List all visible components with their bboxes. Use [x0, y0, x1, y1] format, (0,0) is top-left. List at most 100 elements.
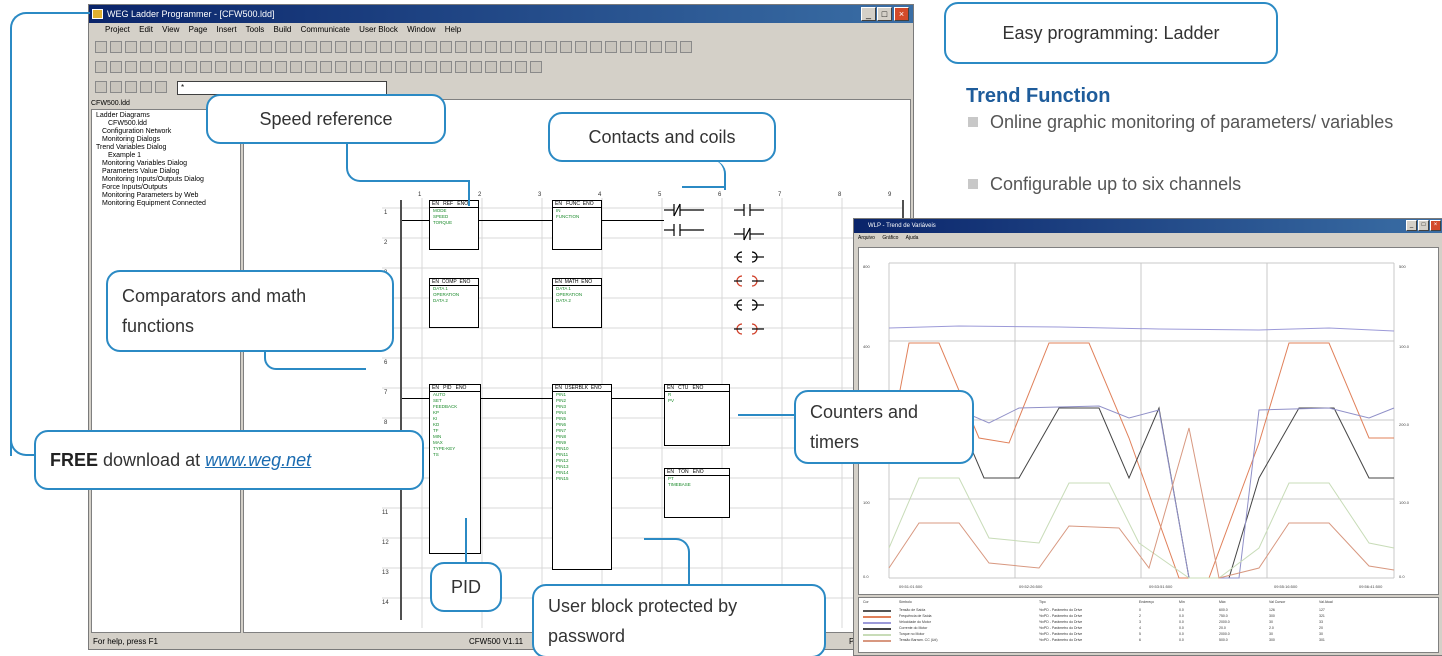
- toolbar-button-icon[interactable]: [665, 41, 677, 53]
- toolbar-button-icon[interactable]: [230, 61, 242, 73]
- toolbar-button-icon[interactable]: [350, 61, 362, 73]
- toolbar-button-icon[interactable]: [515, 41, 527, 53]
- counter-block[interactable]: EN CTU ENO R PV: [664, 384, 730, 446]
- tree-item-params[interactable]: Parameters Value Dialog: [92, 168, 240, 176]
- user-block[interactable]: EN USERBLK ENO PIN1 PIN2 PIN3 PIN4 PIN5 PIN6 P…: [552, 384, 612, 570]
- toolbar-button-icon[interactable]: [365, 41, 377, 53]
- minimize-icon[interactable]: _: [861, 7, 876, 21]
- tree-item-example[interactable]: Example 1: [92, 152, 240, 160]
- toolbar-button-icon[interactable]: [200, 61, 212, 73]
- tree-item-mon-vars[interactable]: Monitoring Variables Dialog: [92, 160, 240, 168]
- menu-item-build[interactable]: Build: [274, 25, 292, 34]
- toolbar-button-icon[interactable]: [485, 41, 497, 53]
- close-icon[interactable]: ×: [894, 7, 909, 21]
- toolbar-button-icon[interactable]: [125, 81, 137, 93]
- trend-close-icon[interactable]: ×: [1430, 220, 1441, 231]
- trend-menu-help[interactable]: Ajuda: [906, 235, 919, 241]
- toolbar-button-icon[interactable]: [635, 41, 647, 53]
- trend-minimize-icon[interactable]: _: [1406, 220, 1417, 231]
- toolbar-button-icon[interactable]: [605, 41, 617, 53]
- menu-item-communicate[interactable]: Communicate: [301, 25, 350, 34]
- toolbar-button-icon[interactable]: [275, 61, 287, 73]
- toolbar-button-icon[interactable]: [245, 61, 257, 73]
- toolbar-button-icon[interactable]: [95, 41, 107, 53]
- toolbar-button-icon[interactable]: [110, 81, 122, 93]
- toolbar-button-icon[interactable]: [140, 61, 152, 73]
- trend-menu-graph[interactable]: Gráfico: [882, 235, 898, 241]
- toolbar-button-icon[interactable]: [515, 61, 527, 73]
- toolbar-button-icon[interactable]: [290, 61, 302, 73]
- toolbar-button-icon[interactable]: [500, 61, 512, 73]
- toolbar-button-icon[interactable]: [620, 41, 632, 53]
- toolbar-button-icon[interactable]: [185, 61, 197, 73]
- trend-menu-file[interactable]: Arquivo: [858, 235, 875, 241]
- toolbar-button-icon[interactable]: [260, 61, 272, 73]
- toolbar-button-icon[interactable]: [425, 41, 437, 53]
- toolbar-button-icon[interactable]: [410, 41, 422, 53]
- toolbar-button-icon[interactable]: [440, 41, 452, 53]
- toolbar-button-icon[interactable]: [155, 41, 167, 53]
- speed-reference-block[interactable]: EN REF ENO MODE SPEED TORQUE: [429, 200, 479, 250]
- toolbar-button-icon[interactable]: [320, 41, 332, 53]
- toolbar-button-icon[interactable]: [440, 61, 452, 73]
- menu-item-window[interactable]: Window: [407, 25, 435, 34]
- menu-item-user-block[interactable]: User Block: [359, 25, 398, 34]
- tree-item-web[interactable]: Monitoring Parameters by Web: [92, 192, 240, 200]
- tree-item-equipment[interactable]: Monitoring Equipment Connected: [92, 200, 240, 208]
- toolbar-button-icon[interactable]: [95, 61, 107, 73]
- toolbar-button-icon[interactable]: [455, 41, 467, 53]
- menu-item-help[interactable]: Help: [445, 25, 461, 34]
- toolbar-button-icon[interactable]: [380, 61, 392, 73]
- toolbar-button-icon[interactable]: [590, 41, 602, 53]
- toolbar-button-icon[interactable]: [215, 41, 227, 53]
- menu-item-tools[interactable]: Tools: [246, 25, 265, 34]
- toolbar-button-icon[interactable]: [530, 61, 542, 73]
- menu-item-edit[interactable]: Edit: [139, 25, 153, 34]
- maximize-icon[interactable]: □: [877, 7, 892, 21]
- toolbar-button-icon[interactable]: [335, 41, 347, 53]
- toolbar-button-icon[interactable]: [290, 41, 302, 53]
- tree-item-force[interactable]: Force Inputs/Outputs: [92, 184, 240, 192]
- trend-maximize-icon[interactable]: □: [1418, 220, 1429, 231]
- toolbar-button-icon[interactable]: [575, 41, 587, 53]
- toolbar-button-icon[interactable]: [485, 61, 497, 73]
- toolbar-button-icon[interactable]: [230, 41, 242, 53]
- block-combo[interactable]: *: [177, 81, 387, 95]
- toolbar-button-icon[interactable]: [545, 41, 557, 53]
- toolbar-button-icon[interactable]: [140, 81, 152, 93]
- func-block[interactable]: EN FUNC ENO IN FUNCTION: [552, 200, 602, 250]
- menu-item-project[interactable]: Project: [105, 25, 130, 34]
- toolbar-button-icon[interactable]: [395, 61, 407, 73]
- toolbar-button-icon[interactable]: [335, 61, 347, 73]
- toolbar-button-icon[interactable]: [470, 61, 482, 73]
- toolbar-button-icon[interactable]: [125, 41, 137, 53]
- toolbar-button-icon[interactable]: [140, 41, 152, 53]
- toolbar-button-icon[interactable]: [155, 81, 167, 93]
- tree-item-trend[interactable]: Trend Variables Dialog: [92, 144, 240, 152]
- toolbar-button-icon[interactable]: [215, 61, 227, 73]
- toolbar-button-icon[interactable]: [500, 41, 512, 53]
- toolbar-button-icon[interactable]: [350, 41, 362, 53]
- toolbar-button-icon[interactable]: [95, 81, 107, 93]
- menu-item-page[interactable]: Page: [189, 25, 208, 34]
- pid-block[interactable]: EN PID ENO AUTO SET FEEDBACK KP KI KD TF MIN MAX…: [429, 384, 481, 554]
- menu-item-insert[interactable]: Insert: [217, 25, 237, 34]
- toolbar-button-icon[interactable]: [305, 41, 317, 53]
- toolbar-button-icon[interactable]: [305, 61, 317, 73]
- math-block[interactable]: EN MATH ENO DATA 1 OPERATION DATA 2: [552, 278, 602, 328]
- toolbar-button-icon[interactable]: [200, 41, 212, 53]
- contacts-and-coils[interactable]: [664, 200, 774, 360]
- toolbar-button-icon[interactable]: [560, 41, 572, 53]
- toolbar-button-icon[interactable]: [680, 41, 692, 53]
- toolbar-button-icon[interactable]: [365, 61, 377, 73]
- toolbar-button-icon[interactable]: [410, 61, 422, 73]
- toolbar-button-icon[interactable]: [395, 41, 407, 53]
- toolbar-button-icon[interactable]: [155, 61, 167, 73]
- toolbar-button-icon[interactable]: [125, 61, 137, 73]
- toolbar-button-icon[interactable]: [260, 41, 272, 53]
- toolbar-button-icon[interactable]: [170, 41, 182, 53]
- toolbar-button-icon[interactable]: [110, 41, 122, 53]
- toolbar-button-icon[interactable]: [530, 41, 542, 53]
- weg-link[interactable]: www.weg.net: [205, 448, 311, 472]
- toolbar-button-icon[interactable]: [110, 61, 122, 73]
